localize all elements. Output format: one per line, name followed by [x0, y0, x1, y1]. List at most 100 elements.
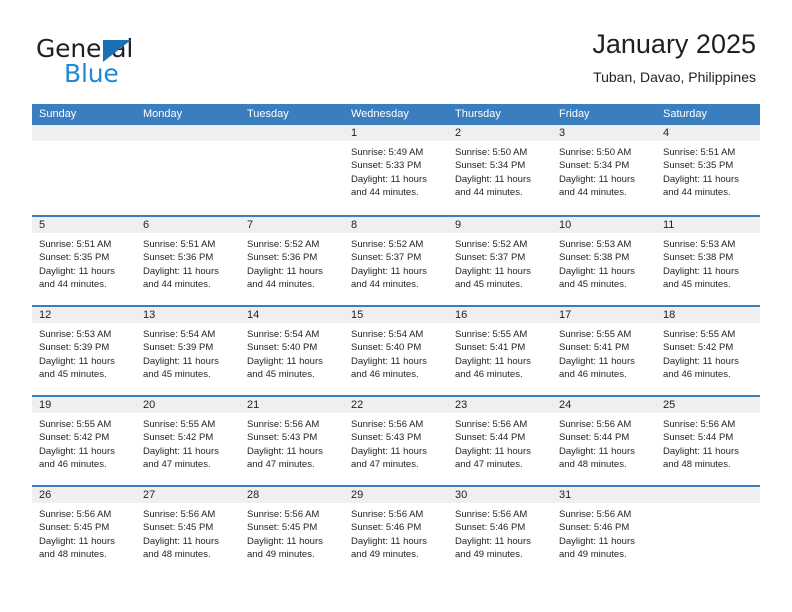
sunrise-text: Sunrise: 5:56 AM: [39, 509, 112, 520]
sunrise-text: Sunrise: 5:56 AM: [247, 509, 320, 520]
sunrise-text: Sunrise: 5:52 AM: [351, 239, 424, 250]
day-cell[interactable]: 24 Sunrise: 5:56 AM Sunset: 5:44 PM Dayligh…: [552, 397, 656, 485]
daylight-text-line1: Daylight: 11 hours: [559, 445, 635, 457]
day-cell[interactable]: 21 Sunrise: 5:56 AM Sunset: 5:43 PM Dayligh…: [240, 397, 344, 485]
general-blue-logo[interactable]: General Blue: [36, 34, 216, 90]
day-info: Sunrise: 5:50 AM Sunset: 5:34 PM Daylight:…: [448, 142, 552, 200]
page-header: General Blue January 2025 Tuban, Davao, …: [0, 0, 792, 104]
daylight-text-line1: Daylight: 11 hours: [559, 355, 635, 367]
day-cell[interactable]: 4 Sunrise: 5:51 AM Sunset: 5:35 PM Daylight…: [656, 125, 760, 215]
weekday-monday: Monday: [143, 108, 183, 120]
daylight-text-line1: Daylight: 11 hours: [39, 445, 115, 457]
sunset-text: Sunset: 5:44 PM: [663, 432, 734, 444]
day-info: Sunrise: 5:54 AM Sunset: 5:40 PM Daylight:…: [240, 324, 344, 382]
daylight-text-line2: and 49 minutes.: [455, 549, 523, 561]
day-number: 5: [39, 219, 46, 231]
day-cell[interactable]: 7 Sunrise: 5:52 AM Sunset: 5:36 PM Daylight…: [240, 217, 344, 305]
daylight-text-line2: and 45 minutes.: [455, 279, 523, 291]
day-cell[interactable]: 8 Sunrise: 5:52 AM Sunset: 5:37 PM Daylight…: [344, 217, 448, 305]
day-number-band: 10: [552, 217, 656, 234]
daylight-text-line2: and 47 minutes.: [143, 459, 211, 471]
daylight-text-line2: and 48 minutes.: [559, 459, 627, 471]
day-cell[interactable]: 1 Sunrise: 5:49 AM Sunset: 5:33 PM Daylight…: [344, 125, 448, 215]
weekday-friday: Friday: [559, 108, 590, 120]
weekday-wednesday: Wednesday: [351, 108, 409, 120]
day-info: Sunrise: 5:53 AM Sunset: 5:39 PM Daylight:…: [32, 324, 136, 382]
day-cell[interactable]: 23 Sunrise: 5:56 AM Sunset: 5:44 PM Dayligh…: [448, 397, 552, 485]
day-cell[interactable]: 27 Sunrise: 5:56 AM Sunset: 5:45 PM Dayligh…: [136, 487, 240, 575]
day-cell[interactable]: 15 Sunrise: 5:54 AM Sunset: 5:40 PM Dayligh…: [344, 307, 448, 395]
day-cell[interactable]: 13 Sunrise: 5:54 AM Sunset: 5:39 PM Dayligh…: [136, 307, 240, 395]
day-cell[interactable]: 6 Sunrise: 5:51 AM Sunset: 5:36 PM Daylight…: [136, 217, 240, 305]
daylight-text-line2: and 44 minutes.: [559, 187, 627, 199]
day-cell[interactable]: 5 Sunrise: 5:51 AM Sunset: 5:35 PM Daylight…: [32, 217, 136, 305]
day-number-band: 25: [656, 397, 760, 414]
day-info: Sunrise: 5:56 AM Sunset: 5:46 PM Daylight:…: [552, 504, 656, 562]
sunrise-text: Sunrise: 5:50 AM: [455, 147, 528, 158]
day-number: 30: [455, 489, 468, 501]
day-cell[interactable]: 26 Sunrise: 5:56 AM Sunset: 5:45 PM Dayligh…: [32, 487, 136, 575]
day-number: 10: [559, 219, 572, 231]
day-info: Sunrise: 5:55 AM Sunset: 5:41 PM Daylight:…: [448, 324, 552, 382]
daylight-text-line1: Daylight: 11 hours: [39, 265, 115, 277]
day-cell[interactable]: 14 Sunrise: 5:54 AM Sunset: 5:40 PM Dayligh…: [240, 307, 344, 395]
day-number: 29: [351, 489, 364, 501]
day-number-band: [136, 125, 240, 142]
day-cell[interactable]: 31 Sunrise: 5:56 AM Sunset: 5:46 PM Dayligh…: [552, 487, 656, 575]
sunrise-text: Sunrise: 5:56 AM: [559, 419, 632, 430]
daylight-text-line1: Daylight: 11 hours: [143, 265, 219, 277]
day-cell[interactable]: 3 Sunrise: 5:50 AM Sunset: 5:34 PM Daylight…: [552, 125, 656, 215]
week-row: 5 Sunrise: 5:51 AM Sunset: 5:35 PM Daylight…: [32, 215, 760, 305]
sunrise-text: Sunrise: 5:53 AM: [559, 239, 632, 250]
daylight-text-line2: and 45 minutes.: [143, 369, 211, 381]
day-number: 26: [39, 489, 52, 501]
day-cell[interactable]: 12 Sunrise: 5:53 AM Sunset: 5:39 PM Dayligh…: [32, 307, 136, 395]
page-title: January 2025: [592, 29, 756, 59]
sunrise-text: Sunrise: 5:52 AM: [247, 239, 320, 250]
day-cell[interactable]: 25 Sunrise: 5:56 AM Sunset: 5:44 PM Dayligh…: [656, 397, 760, 485]
day-cell[interactable]: 19 Sunrise: 5:55 AM Sunset: 5:42 PM Dayligh…: [32, 397, 136, 485]
day-cell[interactable]: 28 Sunrise: 5:56 AM Sunset: 5:45 PM Dayligh…: [240, 487, 344, 575]
day-cell[interactable]: 18 Sunrise: 5:55 AM Sunset: 5:42 PM Dayligh…: [656, 307, 760, 395]
day-cell[interactable]: 11 Sunrise: 5:53 AM Sunset: 5:38 PM Dayligh…: [656, 217, 760, 305]
sunset-text: Sunset: 5:46 PM: [455, 522, 526, 534]
day-number: 14: [247, 309, 260, 321]
day-cell[interactable]: 29 Sunrise: 5:56 AM Sunset: 5:46 PM Dayligh…: [344, 487, 448, 575]
daylight-text-line2: and 44 minutes.: [39, 279, 107, 291]
sunset-text: Sunset: 5:34 PM: [455, 160, 526, 172]
day-info: Sunrise: 5:53 AM Sunset: 5:38 PM Daylight:…: [552, 234, 656, 292]
day-cell[interactable]: 20 Sunrise: 5:55 AM Sunset: 5:42 PM Dayligh…: [136, 397, 240, 485]
day-cell[interactable]: 22 Sunrise: 5:56 AM Sunset: 5:43 PM Dayligh…: [344, 397, 448, 485]
logo-text-blue: Blue: [64, 59, 119, 88]
day-number-band: 7: [240, 217, 344, 234]
day-cell[interactable]: 16 Sunrise: 5:55 AM Sunset: 5:41 PM Dayligh…: [448, 307, 552, 395]
daylight-text-line2: and 47 minutes.: [247, 459, 315, 471]
day-cell[interactable]: 2 Sunrise: 5:50 AM Sunset: 5:34 PM Daylight…: [448, 125, 552, 215]
day-number: 22: [351, 399, 364, 411]
daylight-text-line1: Daylight: 11 hours: [455, 355, 531, 367]
daylight-text-line1: Daylight: 11 hours: [247, 355, 323, 367]
day-cell[interactable]: 10 Sunrise: 5:53 AM Sunset: 5:38 PM Dayligh…: [552, 217, 656, 305]
day-number: 25: [663, 399, 676, 411]
week-row: 19 Sunrise: 5:55 AM Sunset: 5:42 PM Dayligh…: [32, 395, 760, 485]
sunset-text: Sunset: 5:38 PM: [559, 252, 630, 264]
daylight-text-line1: Daylight: 11 hours: [247, 265, 323, 277]
sunrise-text: Sunrise: 5:55 AM: [663, 329, 736, 340]
day-number: 3: [559, 127, 566, 139]
daylight-text-line1: Daylight: 11 hours: [559, 173, 635, 185]
daylight-text-line2: and 49 minutes.: [351, 549, 419, 561]
day-cell[interactable]: 17 Sunrise: 5:55 AM Sunset: 5:41 PM Dayligh…: [552, 307, 656, 395]
sunrise-text: Sunrise: 5:51 AM: [143, 239, 216, 250]
day-cell[interactable]: 9 Sunrise: 5:52 AM Sunset: 5:37 PM Daylight…: [448, 217, 552, 305]
sunset-text: Sunset: 5:38 PM: [663, 252, 734, 264]
day-number-band: 13: [136, 307, 240, 324]
day-number-band: 4: [656, 125, 760, 142]
day-number: 21: [247, 399, 260, 411]
sunset-text: Sunset: 5:42 PM: [663, 342, 734, 354]
day-info: Sunrise: 5:53 AM Sunset: 5:38 PM Daylight:…: [656, 234, 760, 292]
daylight-text-line1: Daylight: 11 hours: [559, 265, 635, 277]
day-info: Sunrise: 5:55 AM Sunset: 5:42 PM Daylight:…: [32, 414, 136, 472]
sunset-text: Sunset: 5:45 PM: [39, 522, 110, 534]
day-number: 16: [455, 309, 468, 321]
day-cell[interactable]: 30 Sunrise: 5:56 AM Sunset: 5:46 PM Dayligh…: [448, 487, 552, 575]
